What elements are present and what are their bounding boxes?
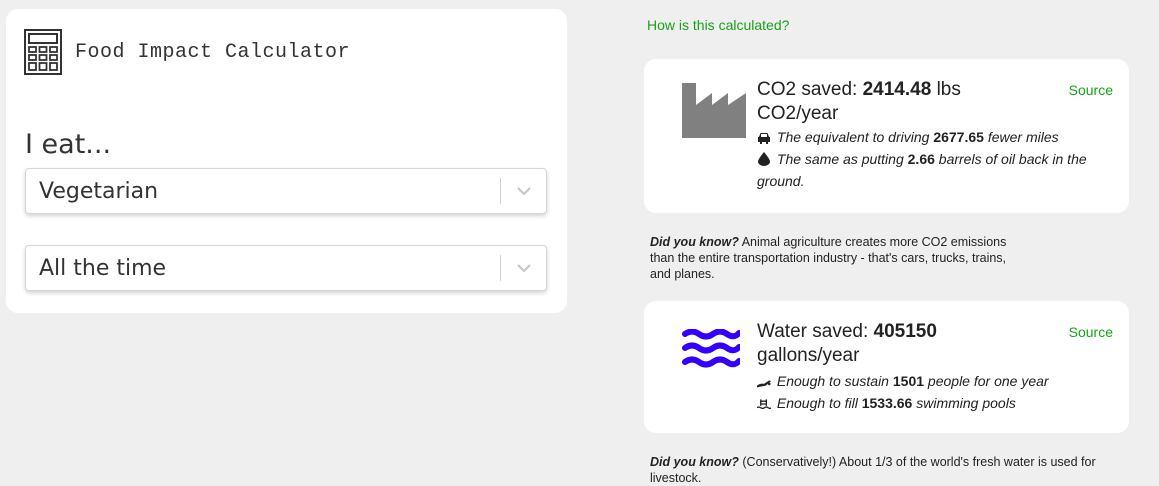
calculator-card: Food Impact Calculator I eat... Vegetari… xyxy=(6,9,567,313)
swimming-pool-icon xyxy=(757,399,771,410)
diet-select[interactable]: Vegetarian xyxy=(25,168,547,214)
calculator-header: Food Impact Calculator xyxy=(24,29,350,75)
frequency-select-value: All the time xyxy=(39,255,167,281)
water-unit: gallons/year xyxy=(757,345,860,366)
co2-value: 2414.48 xyxy=(862,79,932,100)
water-value: 405150 xyxy=(873,321,937,342)
water-headline: Water saved: 405150 gallons/year xyxy=(757,320,1007,368)
co2-fact-driving: The equivalent to driving 2677.65 fewer … xyxy=(757,126,1092,148)
water-source-link[interactable]: Source xyxy=(1069,324,1113,340)
swimmer-icon xyxy=(757,380,771,388)
water-fact-people: Enough to sustain 1501 people for one ye… xyxy=(757,370,1092,392)
diet-select-value: Vegetarian xyxy=(39,178,159,204)
page-title: Food Impact Calculator xyxy=(75,40,351,64)
i-eat-label: I eat... xyxy=(25,129,112,160)
co2-label: CO2 saved: xyxy=(757,79,858,100)
oil-drop-icon xyxy=(758,152,770,166)
did-you-know-lead: Did you know? xyxy=(650,235,739,249)
water-did-you-know: Did you know? (Conservatively!) About 1/… xyxy=(650,454,1130,486)
factory-icon xyxy=(682,83,746,138)
how-calculated-link[interactable]: How is this calculated? xyxy=(647,17,789,33)
co2-headline: CO2 saved: 2414.48 lbs CO2/year xyxy=(757,78,1007,126)
calculator-icon xyxy=(24,29,62,75)
water-fact-pools: Enough to fill 1533.66 swimming pools xyxy=(757,392,1092,414)
water-card: Water saved: 405150 gallons/year Source … xyxy=(644,301,1129,433)
chevron-down-icon[interactable] xyxy=(501,263,546,273)
co2-fact-oil: The same as putting 2.66 barrels of oil … xyxy=(757,151,1087,189)
car-icon xyxy=(758,133,770,144)
co2-source-link[interactable]: Source xyxy=(1069,82,1113,98)
did-you-know-lead: Did you know? xyxy=(650,455,739,469)
frequency-select[interactable]: All the time xyxy=(25,245,547,291)
co2-card: CO2 saved: 2414.48 lbs CO2/year Source T… xyxy=(644,59,1129,213)
water-label: Water saved: xyxy=(757,321,869,342)
chevron-down-icon[interactable] xyxy=(501,186,546,196)
water-waves-icon xyxy=(682,329,740,368)
co2-did-you-know: Did you know? Animal agriculture creates… xyxy=(650,234,1030,282)
